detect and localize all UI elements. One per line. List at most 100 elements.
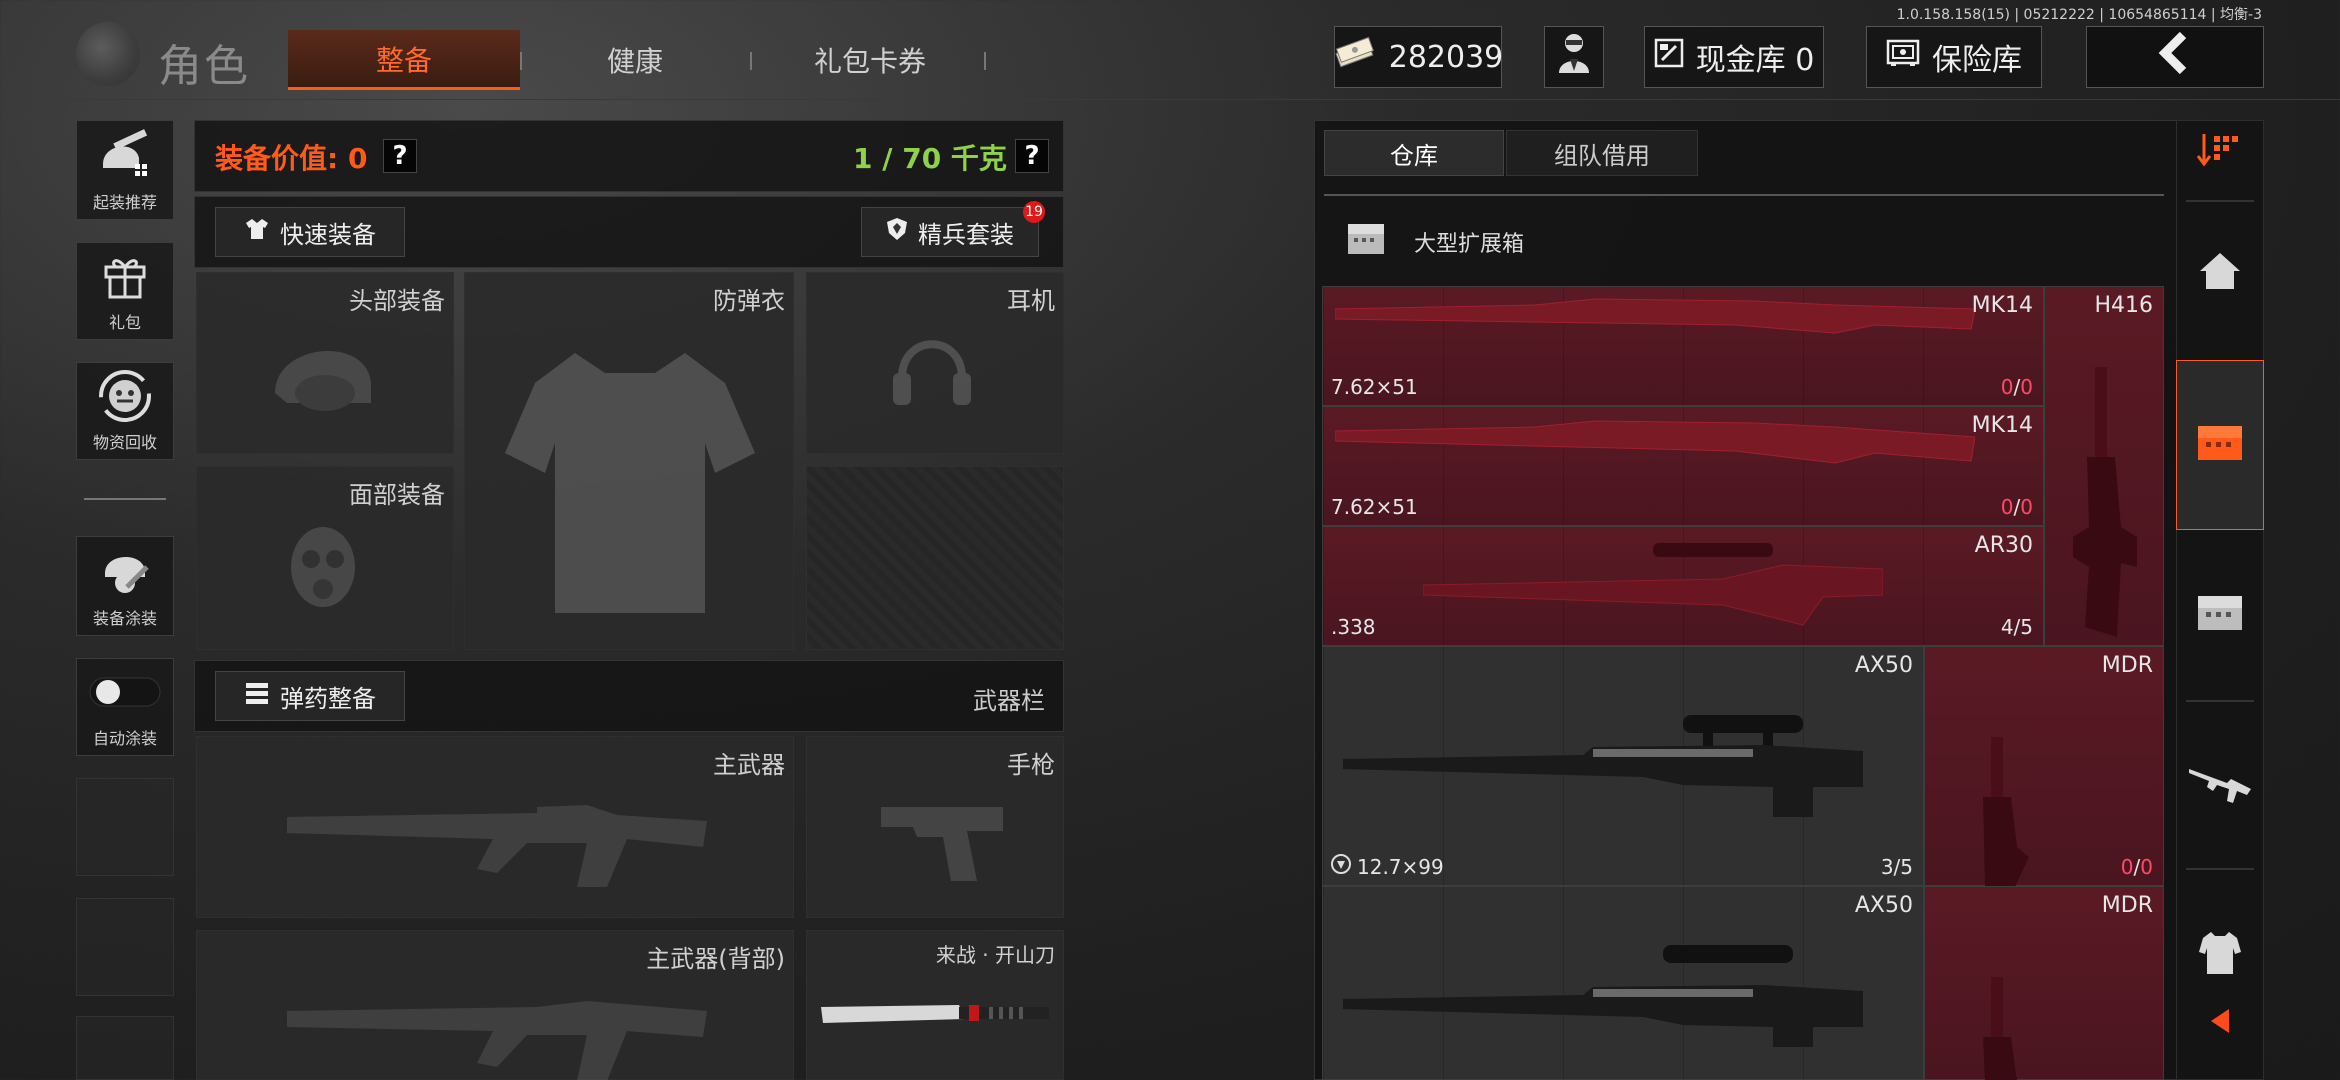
ax50-rifle-icon [1343, 707, 1883, 831]
helmet-paint-icon [97, 537, 153, 605]
sidebar-empty-slot [76, 898, 174, 996]
item-name: AX50 [1854, 893, 1913, 918]
loadout-value-bar: 装备价值: 0 ? 1 / 70 千克 ? [194, 120, 1064, 192]
weight-help-button[interactable]: ? [1015, 139, 1049, 173]
item-count: 4/5 [2000, 615, 2033, 639]
value-help-button[interactable]: ? [383, 139, 417, 173]
currency-display[interactable]: 282039 [1333, 26, 1504, 88]
globe-logo-icon [76, 22, 140, 86]
slot-pistol[interactable]: 手枪 [806, 736, 1064, 918]
slot-label: 来战 · 开山刀 [935, 943, 1055, 967]
vest-icon [495, 343, 765, 637]
item-h416[interactable]: H416 [2044, 286, 2164, 646]
slot-headset[interactable]: 耳机 [806, 272, 1064, 454]
helmet-icon [267, 323, 377, 427]
sidebar-divider [84, 498, 166, 500]
item-mdr[interactable]: MDR [1924, 886, 2164, 1080]
page-title: 角色 [158, 41, 250, 92]
loadout-value: 装备价值: 0 [215, 142, 368, 175]
large-box-icon [2196, 424, 2244, 466]
slot-armor[interactable]: 防弹衣 [464, 272, 794, 650]
nav-home[interactable] [2176, 218, 2264, 328]
item-mdr[interactable]: MDR 0/0 [1924, 646, 2164, 887]
sidebar-item-equipment-skin[interactable]: 装备涂装 [76, 536, 174, 636]
sidebar-item-auto-skin[interactable]: 自动涂装 [76, 658, 174, 756]
tab-divider [520, 52, 522, 70]
nav-divider [2186, 200, 2254, 202]
nav-divider [2186, 700, 2254, 702]
safe-label: 保险库 [1932, 43, 2022, 78]
pistol-icon [877, 797, 1007, 891]
slot-locked [806, 466, 1064, 650]
slot-face[interactable]: 面部装备 [196, 466, 454, 650]
item-name: MK14 [1971, 293, 2033, 318]
slot-label: 手枪 [1007, 751, 1055, 779]
currency-value: 282039 [1388, 39, 1504, 75]
shield-icon [886, 217, 908, 247]
mdr-rifle-icon [1965, 977, 2035, 1080]
quick-equip-label: 快速装备 [280, 220, 376, 249]
operator-button[interactable] [1544, 26, 1604, 88]
mdr-rifle-icon [1965, 737, 2035, 891]
loadout-actions-bar: 快速装备 精兵套装 19 [194, 196, 1064, 268]
slot-primary-weapon[interactable]: 主武器 [196, 736, 794, 918]
mk14-rifle-icon [1334, 417, 1976, 471]
sidebar-item-recommended-loadout[interactable]: 起装推荐 [76, 120, 174, 220]
item-count: 0/0 [2000, 375, 2033, 399]
home-icon [2198, 251, 2242, 295]
machete-icon [819, 997, 1055, 1041]
nav-weapons[interactable] [2176, 730, 2264, 840]
item-mk14[interactable]: MK14 7.62×51 0/0 [1322, 406, 2044, 526]
item-ammo: 12.7×99 [1331, 854, 1444, 879]
top-bar: 角色 整备 健康 礼包卡券 282039 现金库 0 保险库 [0, 0, 2340, 100]
safe-button[interactable]: 保险库 [1866, 26, 2042, 88]
helmet-gun-icon [95, 121, 155, 189]
ammo-loadout-button[interactable]: 弹药整备 [215, 671, 405, 721]
sidebar-empty-slot [76, 1016, 174, 1080]
sort-icon [2196, 132, 2244, 172]
h416-rifle-icon [2065, 367, 2145, 641]
slot-head[interactable]: 头部装备 [196, 272, 454, 454]
back-button[interactable] [2086, 26, 2264, 88]
item-count: 0/0 [2120, 855, 2153, 879]
container-box-icon [1346, 222, 1386, 260]
tab-divider [750, 52, 752, 70]
item-ax50[interactable]: AX50 [1322, 886, 1924, 1080]
ammo-loadout-label: 弹药整备 [280, 684, 376, 713]
item-mk14[interactable]: MK14 7.62×51 0/0 [1322, 286, 2044, 406]
operator-icon [1554, 31, 1594, 83]
sidebar-item-gift[interactable]: 礼包 [76, 242, 174, 340]
nav-box[interactable] [2176, 560, 2264, 670]
safe-icon [1886, 38, 1920, 76]
cash-vault-button[interactable]: 现金库 0 [1644, 26, 1824, 88]
slot-melee[interactable]: 来战 · 开山刀 [806, 930, 1064, 1080]
tab-warehouse[interactable]: 仓库 [1324, 130, 1504, 176]
recycle-face-icon [97, 363, 153, 429]
quick-equip-button[interactable]: 快速装备 [215, 207, 405, 257]
nav-large-box[interactable] [2176, 360, 2264, 530]
slot-label: 面部装备 [349, 481, 445, 509]
item-ar30[interactable]: AR30 .338 4/5 [1322, 526, 2044, 646]
slot-primary-weapon-back[interactable]: 主武器(背部) [196, 930, 794, 1080]
tab-gift-cards[interactable]: 礼包卡券 [760, 30, 980, 90]
sidebar-item-recycle[interactable]: 物资回收 [76, 362, 174, 460]
ar30-rifle-icon [1422, 535, 1884, 639]
item-name: MDR [2101, 893, 2153, 918]
item-ax50[interactable]: AX50 12.7×99 3/5 [1322, 646, 1924, 886]
tab-health[interactable]: 健康 [530, 30, 740, 90]
collapse-button[interactable] [2176, 992, 2264, 1054]
tab-team-borrow[interactable]: 组队借用 [1506, 130, 1698, 176]
sort-button[interactable] [2176, 120, 2264, 184]
cash-stack-icon [1333, 36, 1377, 77]
elite-set-button[interactable]: 精兵套装 [861, 207, 1039, 257]
sidebar-item-label: 物资回收 [92, 433, 157, 452]
rifle-icon [2187, 761, 2253, 809]
sidebar-empty-slot [76, 778, 174, 876]
warehouse-divider [1324, 194, 2164, 196]
item-ammo: .338 [1331, 615, 1376, 639]
toggle-icon[interactable] [88, 659, 162, 725]
tab-loadout[interactable]: 整备 [288, 30, 520, 90]
rifle-icon [287, 981, 707, 1080]
weapon-bar-label: 武器栏 [973, 687, 1045, 715]
item-ammo: 7.62×51 [1331, 375, 1418, 399]
